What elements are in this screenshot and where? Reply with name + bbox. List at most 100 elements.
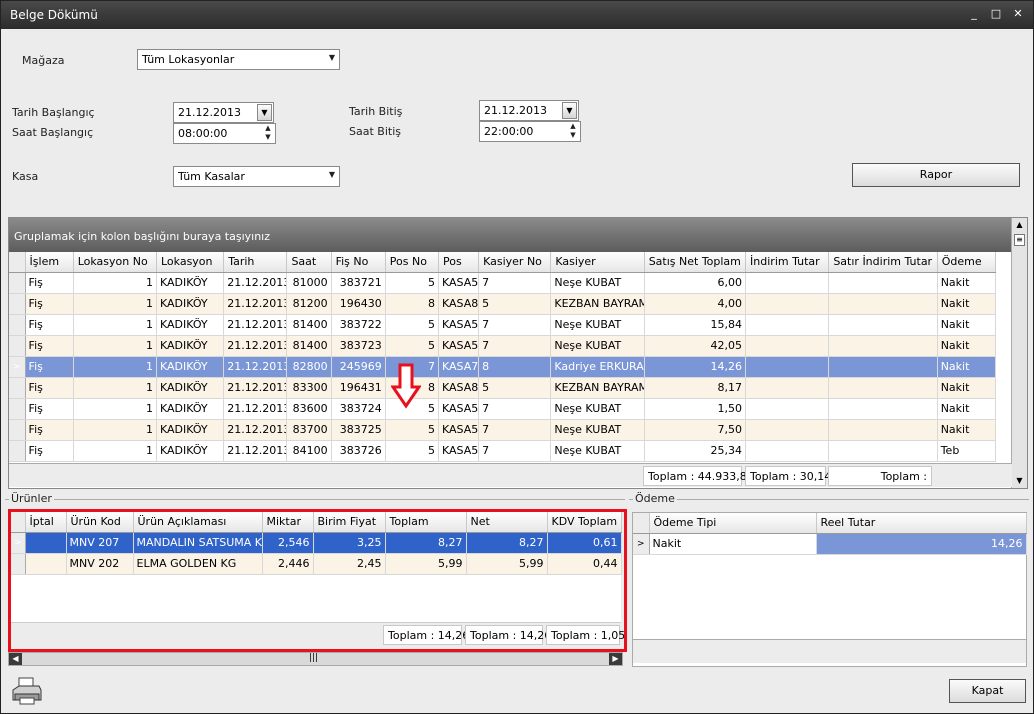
table-row[interactable]: Fiş 1 KADIKÖY 21.12.2013 81400 383722 5 KASA5 7 N…	[9, 314, 997, 336]
end-date-picker[interactable]: 21.12.2013 ▼	[479, 100, 579, 121]
column-header[interactable]: Kasiyer	[550, 252, 645, 273]
table-cell: Nakit	[937, 293, 997, 315]
table-cell: KADIKÖY	[156, 377, 225, 399]
table-cell: Neşe KUBAT	[550, 419, 645, 441]
column-header[interactable]: Lokasyon	[156, 252, 225, 273]
receipts-footer: Toplam : 44.933,89 Toplam : 30,14 Toplam…	[9, 463, 1012, 487]
row-indicator	[9, 419, 26, 441]
register-select[interactable]: Tüm Kasalar ▼	[173, 166, 340, 187]
table-row[interactable]: > Fiş 1 KADIKÖY 21.12.2013 82800 245969 7 KASA7 8…	[9, 356, 997, 378]
start-date-label: Tarih Başlangıç	[12, 106, 95, 119]
column-header[interactable]: Satış Net Toplam	[644, 252, 747, 273]
table-cell: Nakit	[937, 419, 997, 441]
table-row[interactable]: Fiş 1 KADIKÖY 21.12.2013 83700 383725 5 KASA5 7 N…	[9, 419, 997, 441]
column-header[interactable]: Fiş No	[331, 252, 386, 273]
column-header[interactable]: İndirim Tutar	[745, 252, 830, 273]
table-row[interactable]: Fiş 1 KADIKÖY 21.12.2013 84100 383726 5 KASA5 7 N…	[9, 440, 997, 462]
table-cell: 1	[73, 440, 157, 462]
down-arrow-icon	[391, 363, 421, 409]
table-cell: 7	[478, 314, 552, 336]
table-cell: 81400	[286, 335, 332, 357]
table-cell: 383724	[331, 398, 386, 420]
table-cell: 21.12.2013	[223, 398, 288, 420]
close-icon[interactable]: ✕	[1011, 7, 1025, 21]
spin-up-down-icon[interactable]: ▲ ▼	[263, 124, 273, 142]
store-select[interactable]: Tüm Lokasyonlar ▼	[137, 49, 340, 70]
table-cell: KASA5	[438, 398, 480, 420]
row-indicator	[9, 440, 26, 462]
table-cell: Fiş	[25, 377, 74, 399]
table-row[interactable]: Fiş 1 KADIKÖY 21.12.2013 81200 196430 8 KASA8 5 K…	[9, 293, 997, 315]
table-row[interactable]: Fiş 1 KADIKÖY 21.12.2013 83300 196431 8 KASA8 5 K…	[9, 377, 997, 399]
table-cell	[828, 419, 938, 441]
table-cell: 83600	[286, 398, 332, 420]
table-cell: 84100	[286, 440, 332, 462]
scroll-right-icon[interactable]: ▶	[609, 653, 622, 665]
row-indicator	[9, 335, 26, 357]
maximize-icon[interactable]: □	[989, 7, 1003, 21]
row-indicator: >	[9, 356, 26, 378]
column-header[interactable]: Reel Tutar	[816, 513, 1027, 534]
vertical-scrollbar[interactable]: ▲ ≡ ▼	[1011, 218, 1027, 488]
scroll-left-icon[interactable]: ◀	[9, 653, 22, 665]
column-header[interactable]: Saat	[286, 252, 332, 273]
group-by-panel[interactable]: Gruplamak için kolon başlığını buraya ta…	[9, 218, 1012, 252]
table-cell: KEZBAN BAYRAM	[550, 377, 645, 399]
scroll-thumb-grip-icon[interactable]: |||	[309, 653, 318, 663]
table-cell: 5	[385, 314, 439, 336]
table-cell: 7	[478, 272, 552, 294]
end-date-value: 21.12.2013	[484, 104, 547, 117]
column-header[interactable]: Tarih	[223, 252, 288, 273]
column-header[interactable]: İşlem	[25, 252, 74, 273]
column-header[interactable]: Ödeme Tipi	[649, 513, 817, 534]
start-time-spinner[interactable]: 08:00:00 ▲ ▼	[173, 123, 276, 144]
start-date-picker[interactable]: 21.12.2013 ▼	[173, 102, 274, 123]
end-time-spinner[interactable]: 22:00:00 ▲ ▼	[479, 121, 581, 142]
store-select-value: Tüm Lokasyonlar	[142, 53, 235, 66]
column-header[interactable]: Satır İndirim Tutar	[828, 252, 938, 273]
table-cell	[745, 398, 830, 420]
table-row[interactable]: Fiş 1 KADIKÖY 21.12.2013 83600 383724 5 KASA5 7 N…	[9, 398, 997, 420]
table-cell: KASA5	[438, 335, 480, 357]
table-cell: 7	[478, 398, 552, 420]
calendar-dropdown-icon[interactable]: ▼	[562, 102, 577, 119]
table-cell: 383725	[331, 419, 386, 441]
table-cell: Fiş	[25, 356, 74, 378]
table-cell: 83300	[286, 377, 332, 399]
table-cell: 7,50	[644, 419, 747, 441]
column-header[interactable]: Kasiyer No	[478, 252, 552, 273]
table-cell: 383723	[331, 335, 386, 357]
spin-up-down-icon[interactable]: ▲ ▼	[568, 122, 578, 140]
table-row[interactable]: Fiş 1 KADIKÖY 21.12.2013 81400 383723 5 KASA5 7 N…	[9, 335, 997, 357]
column-chooser-icon[interactable]: ≡	[1014, 234, 1025, 246]
table-cell: Fiş	[25, 398, 74, 420]
table-cell: KADIKÖY	[156, 314, 225, 336]
table-cell: Fiş	[25, 272, 74, 294]
printer-icon[interactable]	[11, 676, 43, 706]
window-title: Belge Dökümü	[10, 8, 98, 22]
table-cell: 6,00	[644, 272, 747, 294]
calendar-dropdown-icon[interactable]: ▼	[257, 104, 272, 121]
table-cell: Fiş	[25, 314, 74, 336]
scroll-up-icon[interactable]: ▲	[1012, 218, 1027, 232]
column-header[interactable]: Lokasyon No	[73, 252, 157, 273]
scroll-down-icon[interactable]: ▼	[1012, 474, 1027, 488]
table-cell: 1	[73, 356, 157, 378]
table-cell: KADIKÖY	[156, 272, 225, 294]
column-header[interactable]: Pos No	[385, 252, 439, 273]
minimize-icon[interactable]: _	[967, 7, 981, 21]
table-cell: 5	[385, 272, 439, 294]
column-header[interactable]: Pos	[438, 252, 480, 273]
column-header[interactable]: Ödeme	[937, 252, 997, 273]
table-cell: 1	[73, 314, 157, 336]
table-cell	[828, 377, 938, 399]
table-cell: 25,34	[644, 440, 747, 462]
table-cell: Nakit	[937, 377, 997, 399]
report-button[interactable]: Rapor	[852, 163, 1020, 187]
end-time-value: 22:00:00	[484, 125, 534, 138]
close-button[interactable]: Kapat	[949, 679, 1026, 703]
table-row[interactable]: > Nakit 14,26	[633, 533, 1027, 555]
table-cell	[828, 398, 938, 420]
products-horizontal-scrollbar[interactable]: ◀ ||| ▶	[8, 652, 623, 666]
table-row[interactable]: Fiş 1 KADIKÖY 21.12.2013 81000 383721 5 KASA5 7 N…	[9, 272, 997, 294]
